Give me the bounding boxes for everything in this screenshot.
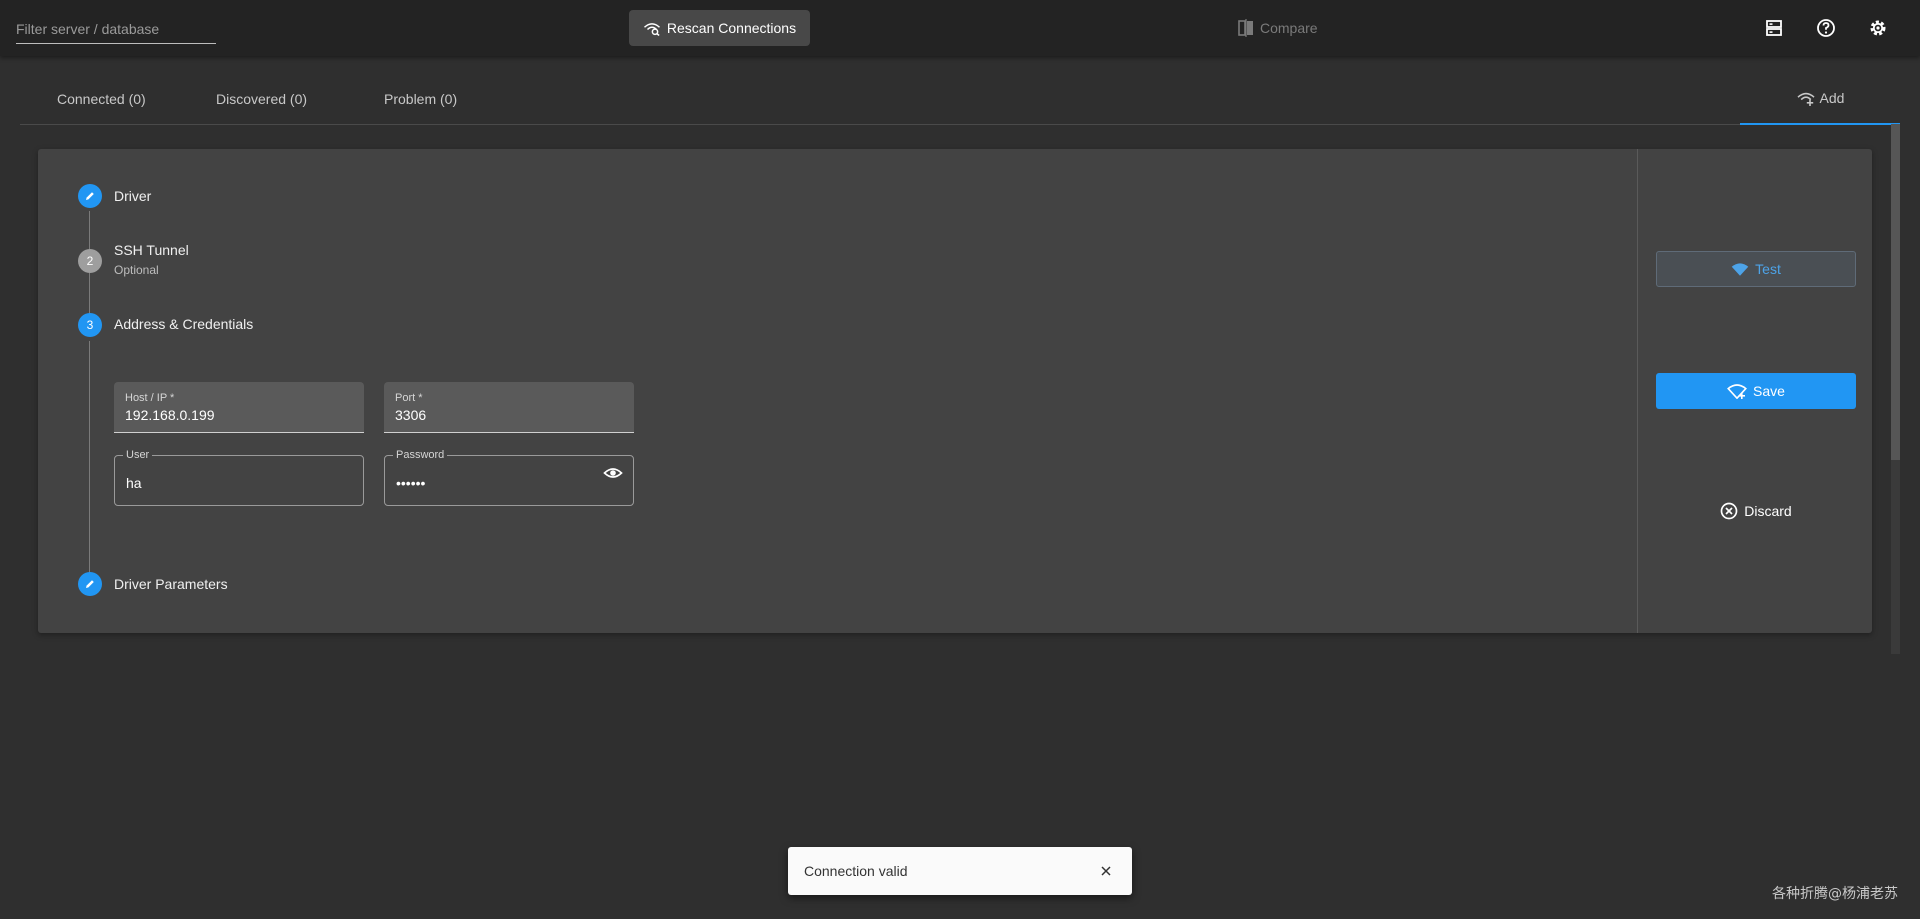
tab-discovered-label: Discovered (0) xyxy=(216,90,308,107)
rescan-connections-button[interactable]: Rescan Connections xyxy=(629,10,810,46)
discard-button[interactable]: Discard xyxy=(1656,493,1856,529)
test-button[interactable]: Test xyxy=(1656,251,1856,287)
tab-connected[interactable]: Connected (0) xyxy=(57,72,146,125)
password-label: Password xyxy=(393,449,448,461)
password-input[interactable]: •••••• xyxy=(396,475,425,491)
step-ssh-number[interactable]: 2 xyxy=(78,249,102,273)
tab-discovered[interactable]: Discovered (0) xyxy=(216,72,307,125)
step-address-number[interactable]: 3 xyxy=(78,313,102,337)
actions-divider xyxy=(1637,149,1638,633)
host-label: Host / IP * xyxy=(125,392,175,404)
add-connection-card: Driver 2 SSH Tunnel Optional 3 Address &… xyxy=(38,149,1872,633)
port-field[interactable]: Port * 3306 xyxy=(384,382,634,433)
snackbar: Connection valid xyxy=(788,847,1132,895)
gear-icon xyxy=(1870,20,1886,36)
rescan-icon xyxy=(643,23,660,36)
user-field[interactable]: User ha xyxy=(114,449,364,506)
help-icon xyxy=(1817,19,1835,37)
watermark: 各种折腾@杨浦老苏 xyxy=(1772,886,1898,902)
step-connector xyxy=(89,273,90,317)
compare-button[interactable]: Compare xyxy=(1238,16,1318,40)
pencil-icon xyxy=(86,192,94,200)
connection-tabs: Connected (0) Discovered (0) Problem (0)… xyxy=(20,72,1900,125)
test-label: Test xyxy=(1755,261,1781,277)
save-button[interactable]: Save xyxy=(1656,373,1856,409)
help-button[interactable] xyxy=(1814,16,1838,40)
filter-input[interactable] xyxy=(16,14,216,43)
close-icon xyxy=(1101,866,1111,876)
discard-label: Discard xyxy=(1744,503,1792,519)
add-connection-icon xyxy=(1796,92,1815,106)
step-driver-params-edit[interactable] xyxy=(78,572,102,596)
pencil-icon xyxy=(86,580,94,588)
step-ssh-subtitle: Optional xyxy=(114,263,159,277)
server-list-button[interactable] xyxy=(1762,16,1786,40)
settings-button[interactable] xyxy=(1866,16,1890,40)
filter-field[interactable] xyxy=(16,14,216,44)
step-driver-edit[interactable] xyxy=(78,184,102,208)
port-input[interactable]: 3306 xyxy=(395,407,426,423)
compare-icon xyxy=(1238,19,1253,37)
step-ssh-title[interactable]: SSH Tunnel xyxy=(114,242,189,258)
user-input[interactable]: ha xyxy=(126,475,142,491)
scrollbar-thumb[interactable] xyxy=(1891,124,1900,460)
top-bar: Rescan Connections Compare xyxy=(0,0,1920,56)
step-driver-params-title[interactable]: Driver Parameters xyxy=(114,576,228,592)
add-connection-icon xyxy=(1727,384,1747,399)
port-label: Port * xyxy=(395,392,423,404)
server-icon xyxy=(1766,20,1782,36)
rescan-label: Rescan Connections xyxy=(666,20,797,36)
toggle-password-visibility[interactable] xyxy=(603,463,623,483)
tab-problem-label: Problem (0) xyxy=(384,90,458,107)
snackbar-message: Connection valid xyxy=(804,863,908,879)
compare-label: Compare xyxy=(1260,20,1318,36)
user-label: User xyxy=(123,449,153,461)
wifi-icon xyxy=(1731,263,1749,276)
step-driver-title[interactable]: Driver xyxy=(114,188,151,204)
tab-add-label: Add xyxy=(1819,89,1845,106)
step-address-title[interactable]: Address & Credentials xyxy=(114,316,253,332)
tab-problem[interactable]: Problem (0) xyxy=(384,72,457,125)
tab-add[interactable]: Add xyxy=(1740,72,1900,125)
step-connector xyxy=(89,211,90,249)
save-label: Save xyxy=(1753,383,1785,399)
host-field[interactable]: Host / IP * 192.168.0.199 xyxy=(114,382,364,433)
close-circle-icon xyxy=(1720,502,1738,520)
password-field[interactable]: Password •••••• xyxy=(384,449,634,506)
eye-icon xyxy=(603,468,623,478)
snackbar-close-button[interactable] xyxy=(1096,861,1116,881)
host-input[interactable]: 192.168.0.199 xyxy=(125,407,215,423)
tab-connected-label: Connected (0) xyxy=(57,90,146,107)
step-connector xyxy=(89,341,90,574)
